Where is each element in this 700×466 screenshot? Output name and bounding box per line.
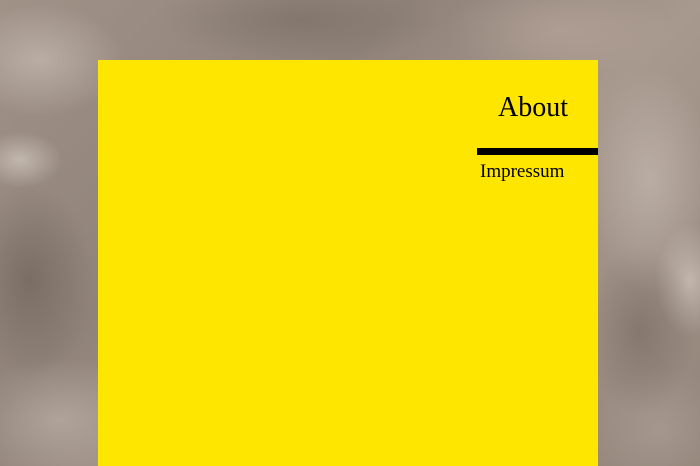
- content-panel: About Impressum: [98, 60, 598, 466]
- page: { "nav": { "items": [ { "label": "About"…: [0, 0, 700, 466]
- active-nav-indicator: [477, 148, 598, 155]
- nav-item-impressum[interactable]: Impressum: [480, 160, 564, 184]
- nav-item-about[interactable]: About: [498, 91, 568, 125]
